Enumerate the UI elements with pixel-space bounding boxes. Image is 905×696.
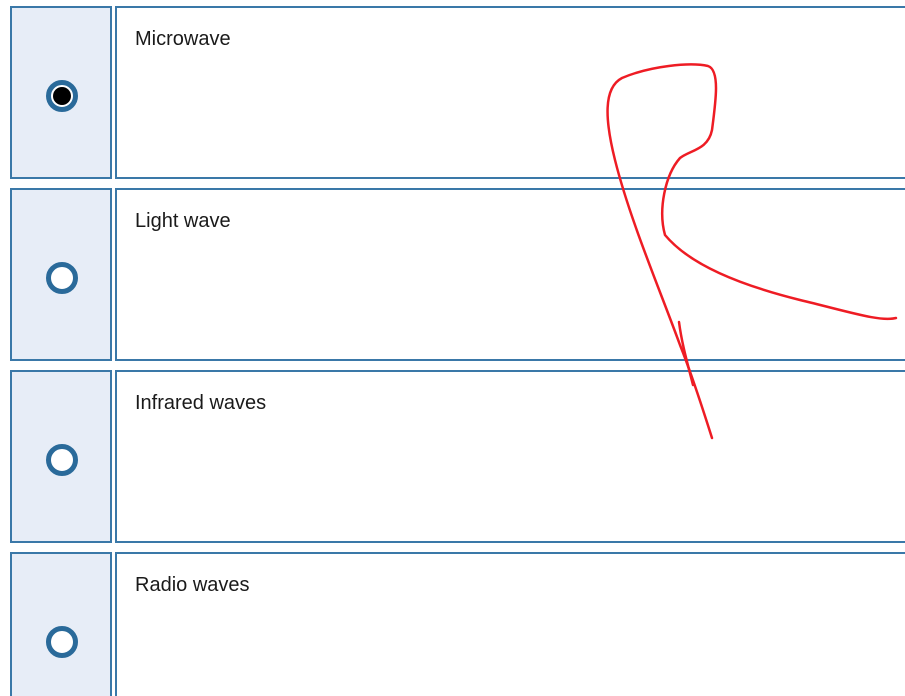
option-label-infrared-waves: Infrared waves <box>135 392 267 414</box>
option-label-cell[interactable]: Microwave <box>115 6 905 179</box>
option-selector-cell[interactable] <box>10 6 112 179</box>
multiple-choice-question: Microwave Light wave Infrared waves Radi… <box>0 0 905 696</box>
radio-button-radio-waves[interactable] <box>46 626 78 658</box>
radio-button-infrared-waves[interactable] <box>46 444 78 476</box>
option-row-light-wave[interactable]: Light wave <box>10 188 905 364</box>
option-label-light-wave: Light wave <box>135 210 231 232</box>
option-row-infrared-waves[interactable]: Infrared waves <box>10 370 905 546</box>
option-row-microwave[interactable]: Microwave <box>10 6 905 182</box>
option-label-cell[interactable]: Infrared waves <box>115 370 905 543</box>
option-label-cell[interactable]: Radio waves <box>115 552 905 696</box>
option-label-radio-waves: Radio waves <box>135 574 250 596</box>
option-selector-cell[interactable] <box>10 188 112 361</box>
option-row-radio-waves[interactable]: Radio waves <box>10 552 905 696</box>
radio-button-microwave[interactable] <box>46 80 78 112</box>
option-selector-cell[interactable] <box>10 370 112 543</box>
option-label-microwave: Microwave <box>135 28 231 50</box>
option-label-cell[interactable]: Light wave <box>115 188 905 361</box>
radio-button-light-wave[interactable] <box>46 262 78 294</box>
option-selector-cell[interactable] <box>10 552 112 696</box>
